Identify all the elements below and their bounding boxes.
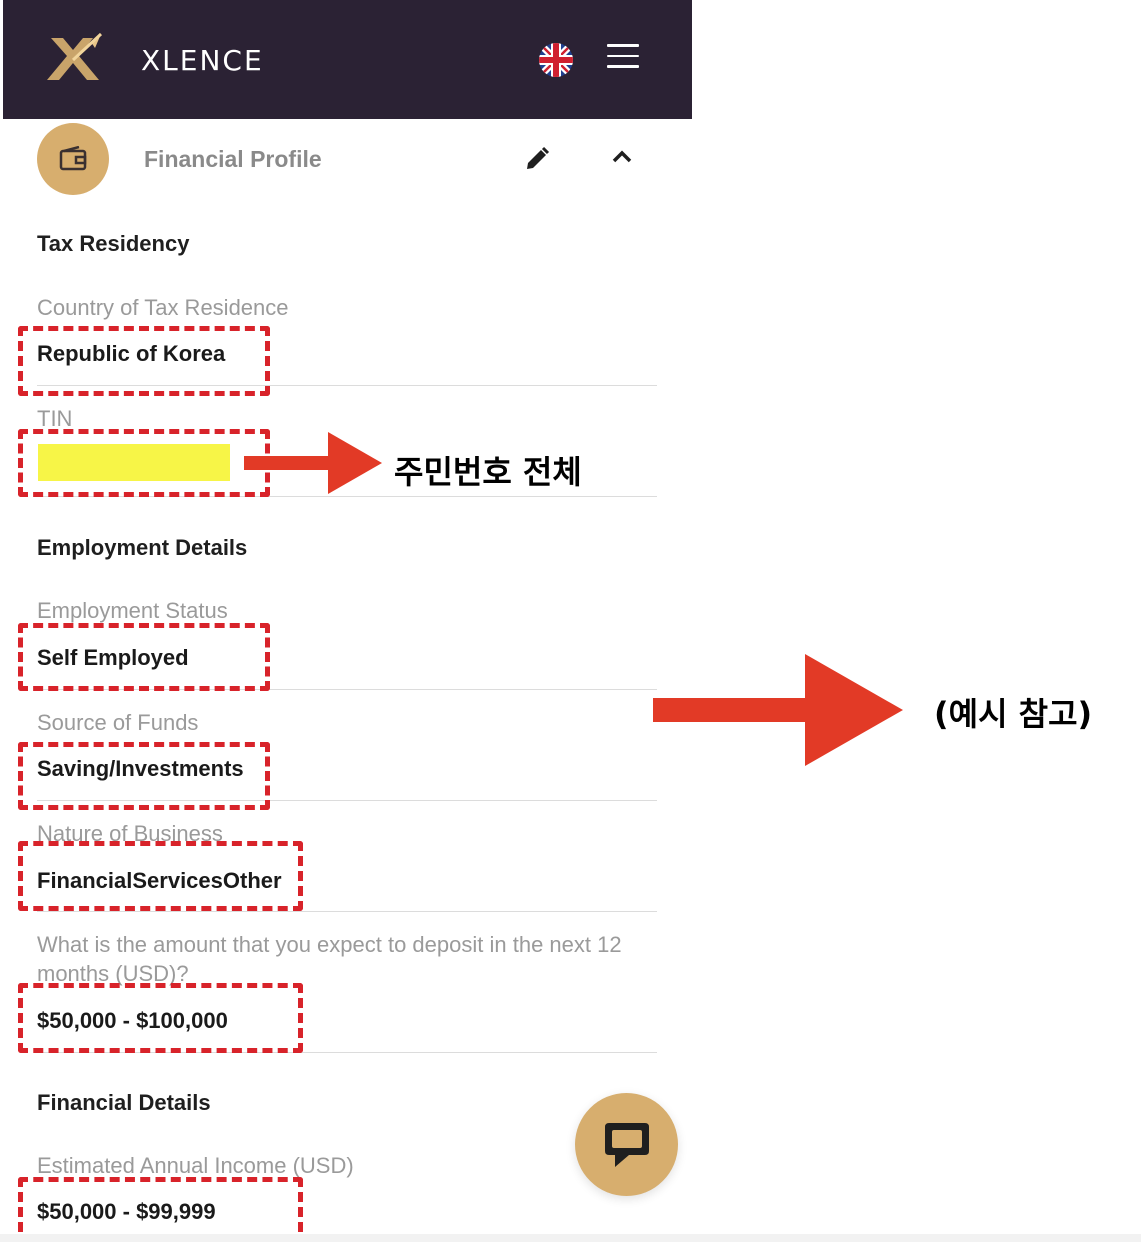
divider (37, 911, 657, 912)
deposit-amount-label: What is the amount that you expect to de… (37, 932, 622, 986)
example-annotation-note: (예시 참고) (934, 695, 1093, 733)
annotation-box-deposit-amount (18, 983, 303, 1053)
arrow-right-icon (244, 432, 382, 494)
annotation-box-tin (18, 429, 270, 497)
hamburger-menu-icon[interactable] (607, 44, 639, 74)
app-header: XLENCE (3, 0, 692, 119)
uk-flag-icon[interactable] (539, 43, 573, 77)
annotation-box-source-of-funds (18, 742, 270, 810)
country-label: Country of Tax Residence (37, 295, 289, 320)
annotation-box-country (18, 326, 270, 396)
chevron-up-icon[interactable] (610, 149, 634, 165)
xlence-logo-icon (47, 32, 103, 80)
financial-details-heading: Financial Details (37, 1090, 211, 1115)
section-title: Financial Profile (144, 146, 322, 172)
annual-income-label: Estimated Annual Income (USD) (37, 1153, 354, 1178)
wallet-icon-badge (37, 123, 109, 195)
employment-status-label: Employment Status (37, 598, 228, 623)
chat-bubble-icon (605, 1123, 649, 1167)
arrow-right-icon (653, 654, 903, 766)
chat-button[interactable] (575, 1093, 678, 1196)
wallet-icon (59, 146, 87, 171)
annotation-box-annual-income (18, 1177, 303, 1242)
bottom-edge (0, 1234, 1141, 1242)
employment-details-heading: Employment Details (37, 535, 248, 560)
annotation-box-nature-of-business (18, 841, 303, 911)
financial-profile-header[interactable]: Financial Profile (0, 119, 692, 201)
tax-residency-heading: Tax Residency (37, 231, 190, 256)
source-of-funds-label: Source of Funds (37, 710, 199, 735)
brand-name: XLENCE (141, 44, 264, 77)
annotation-box-employment-status (18, 623, 270, 691)
pencil-icon[interactable] (524, 146, 550, 172)
tin-annotation-note: 주민번호 전체 (394, 453, 582, 491)
